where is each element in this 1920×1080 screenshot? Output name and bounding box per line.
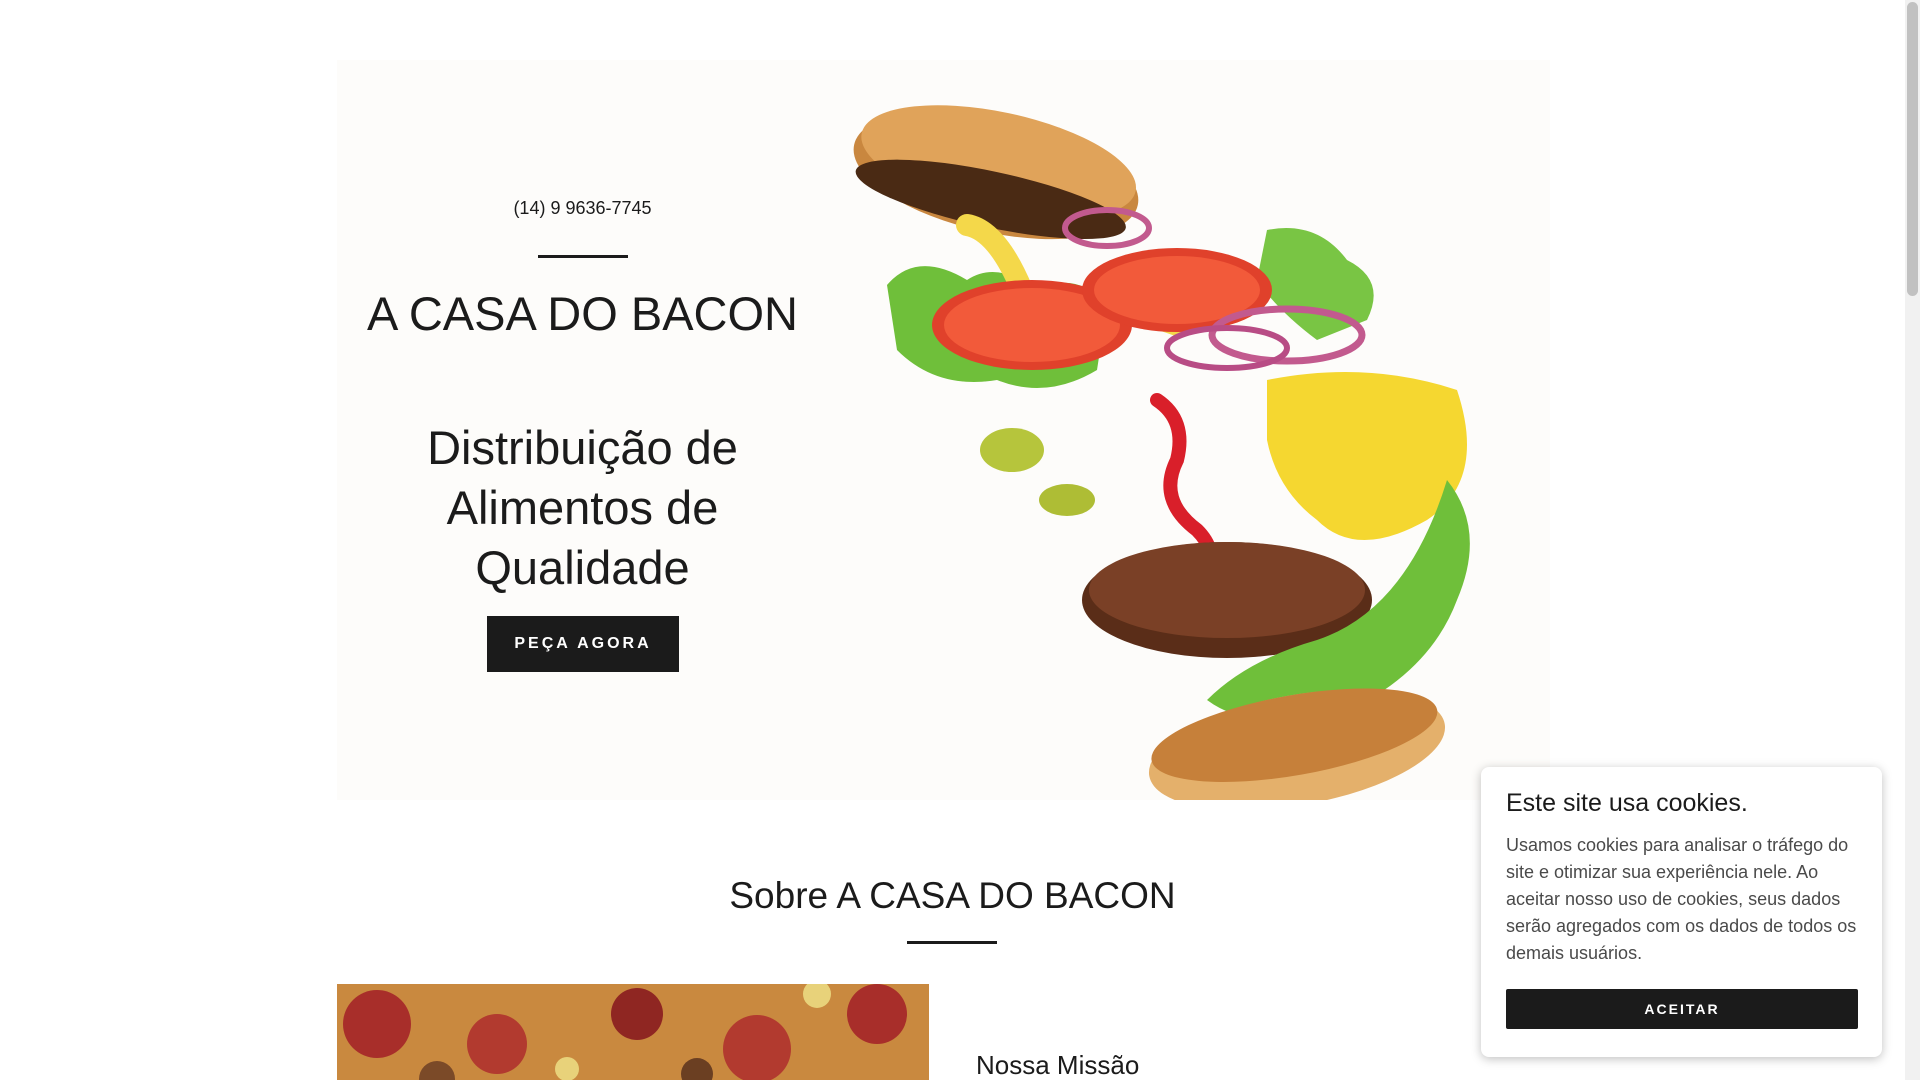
cookie-title: Este site usa cookies.	[1506, 789, 1748, 817]
phone-number[interactable]: (14) 9 9636-7745	[337, 198, 828, 219]
burger-image	[853, 105, 1470, 800]
hero-section: (14) 9 9636-7745 A CASA DO BACON Distrib…	[337, 60, 1550, 800]
about-divider	[907, 941, 997, 944]
accept-cookies-button[interactable]: ACEITAR	[1506, 989, 1858, 1029]
order-now-button[interactable]: PEÇA AGORA	[487, 616, 679, 672]
cookie-banner: Este site usa cookies. Usamos cookies pa…	[1481, 767, 1882, 1057]
mission-title: Nossa Missão	[976, 1050, 1140, 1080]
scrollbar[interactable]	[1905, 0, 1920, 1080]
hero-divider	[538, 255, 628, 258]
scrollbar-thumb[interactable]	[1907, 2, 1918, 296]
site-title: A CASA DO BACON	[367, 287, 798, 340]
pizza-image	[337, 984, 929, 1080]
tagline: Distribuição de Alimentos de Qualidade	[427, 421, 738, 594]
cookie-text: Usamos cookies para analisar o tráfego d…	[1506, 835, 1857, 963]
hero-text-block: (14) 9 9636-7745 A CASA DO BACON Distrib…	[337, 60, 828, 800]
